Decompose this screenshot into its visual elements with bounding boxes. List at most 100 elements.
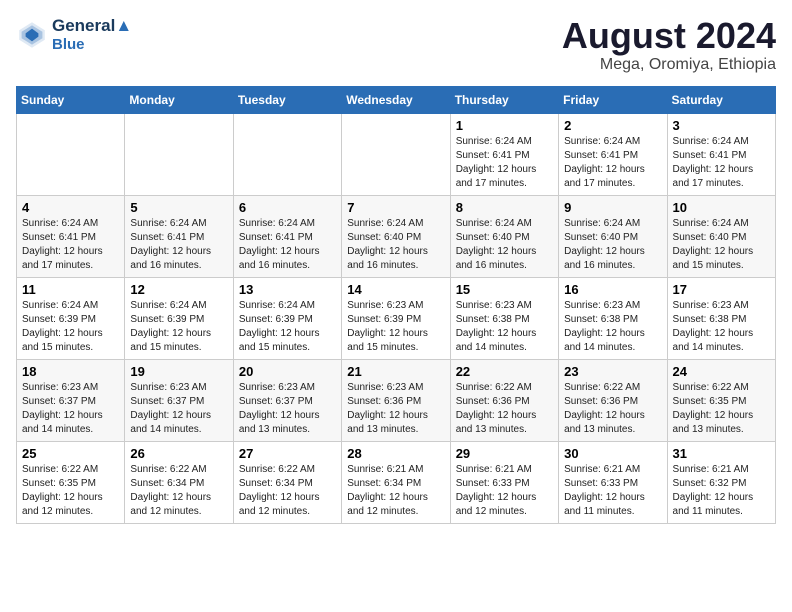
day-info: Sunrise: 6:24 AMSunset: 6:39 PMDaylight:… <box>22 299 119 355</box>
day-cell: 12 Sunrise: 6:24 AMSunset: 6:39 PMDayligh… <box>125 277 233 359</box>
day-info: Sunrise: 6:24 AMSunset: 6:41 PMDaylight:… <box>673 135 770 191</box>
weekday-header-row: SundayMondayTuesdayWednesdayThursdayFrid… <box>17 86 776 113</box>
day-number: 24 <box>673 364 770 379</box>
day-info: Sunrise: 6:22 AMSunset: 6:36 PMDaylight:… <box>456 381 553 437</box>
day-number: 30 <box>564 446 661 461</box>
day-info: Sunrise: 6:24 AMSunset: 6:41 PMDaylight:… <box>456 135 553 191</box>
day-info: Sunrise: 6:23 AMSunset: 6:37 PMDaylight:… <box>22 381 119 437</box>
week-row-5: 25 Sunrise: 6:22 AMSunset: 6:35 PMDayligh… <box>17 441 776 523</box>
day-info: Sunrise: 6:23 AMSunset: 6:38 PMDaylight:… <box>564 299 661 355</box>
day-info: Sunrise: 6:22 AMSunset: 6:35 PMDaylight:… <box>22 463 119 519</box>
day-cell: 16 Sunrise: 6:23 AMSunset: 6:38 PMDayligh… <box>559 277 667 359</box>
day-number: 31 <box>673 446 770 461</box>
day-cell: 25 Sunrise: 6:22 AMSunset: 6:35 PMDayligh… <box>17 441 125 523</box>
day-cell <box>233 113 341 195</box>
day-cell: 11 Sunrise: 6:24 AMSunset: 6:39 PMDayligh… <box>17 277 125 359</box>
day-cell <box>17 113 125 195</box>
day-number: 12 <box>130 282 227 297</box>
week-row-4: 18Sunrise: 6:23 AMSunset: 6:37 PMDayligh… <box>17 359 776 441</box>
calendar-table: SundayMondayTuesdayWednesdayThursdayFrid… <box>16 86 776 524</box>
day-info: Sunrise: 6:22 AMSunset: 6:36 PMDaylight:… <box>564 381 661 437</box>
day-number: 11 <box>22 282 119 297</box>
day-number: 10 <box>673 200 770 215</box>
logo-text: General▲ Blue <box>52 16 132 53</box>
day-info: Sunrise: 6:21 AMSunset: 6:32 PMDaylight:… <box>673 463 770 519</box>
day-cell <box>125 113 233 195</box>
day-cell: 14 Sunrise: 6:23 AMSunset: 6:39 PMDayligh… <box>342 277 450 359</box>
day-cell: 23 Sunrise: 6:22 AMSunset: 6:36 PMDayligh… <box>559 359 667 441</box>
day-cell: 27Sunrise: 6:22 AMSunset: 6:34 PMDayligh… <box>233 441 341 523</box>
week-row-2: 4 Sunrise: 6:24 AMSunset: 6:41 PMDaylight… <box>17 195 776 277</box>
day-number: 25 <box>22 446 119 461</box>
day-info: Sunrise: 6:24 AMSunset: 6:39 PMDaylight:… <box>130 299 227 355</box>
day-cell: 26 Sunrise: 6:22 AMSunset: 6:34 PMDayligh… <box>125 441 233 523</box>
day-info: Sunrise: 6:24 AMSunset: 6:40 PMDaylight:… <box>456 217 553 273</box>
day-info: Sunrise: 6:24 AMSunset: 6:39 PMDaylight:… <box>239 299 336 355</box>
week-row-1: 1 Sunrise: 6:24 AMSunset: 6:41 PMDaylight… <box>17 113 776 195</box>
day-number: 5 <box>130 200 227 215</box>
page-header: General▲ Blue August 2024 Mega, Oromiya,… <box>16 16 776 74</box>
day-cell: 5 Sunrise: 6:24 AMSunset: 6:41 PMDaylight… <box>125 195 233 277</box>
day-number: 17 <box>673 282 770 297</box>
weekday-header-saturday: Saturday <box>667 86 775 113</box>
day-info: Sunrise: 6:24 AMSunset: 6:41 PMDaylight:… <box>239 217 336 273</box>
day-info: Sunrise: 6:23 AMSunset: 6:36 PMDaylight:… <box>347 381 444 437</box>
day-info: Sunrise: 6:23 AMSunset: 6:38 PMDaylight:… <box>673 299 770 355</box>
day-info: Sunrise: 6:24 AMSunset: 6:40 PMDaylight:… <box>673 217 770 273</box>
day-info: Sunrise: 6:22 AMSunset: 6:34 PMDaylight:… <box>130 463 227 519</box>
week-row-3: 11 Sunrise: 6:24 AMSunset: 6:39 PMDayligh… <box>17 277 776 359</box>
day-info: Sunrise: 6:24 AMSunset: 6:41 PMDaylight:… <box>22 217 119 273</box>
day-info: Sunrise: 6:24 AMSunset: 6:41 PMDaylight:… <box>564 135 661 191</box>
day-number: 20 <box>239 364 336 379</box>
day-info: Sunrise: 6:21 AMSunset: 6:33 PMDaylight:… <box>564 463 661 519</box>
weekday-header-sunday: Sunday <box>17 86 125 113</box>
day-cell: 31 Sunrise: 6:21 AMSunset: 6:32 PMDayligh… <box>667 441 775 523</box>
day-cell: 4 Sunrise: 6:24 AMSunset: 6:41 PMDaylight… <box>17 195 125 277</box>
day-cell: 24Sunrise: 6:22 AMSunset: 6:35 PMDayligh… <box>667 359 775 441</box>
weekday-header-tuesday: Tuesday <box>233 86 341 113</box>
day-number: 7 <box>347 200 444 215</box>
day-cell: 30 Sunrise: 6:21 AMSunset: 6:33 PMDayligh… <box>559 441 667 523</box>
day-number: 4 <box>22 200 119 215</box>
day-cell: 10 Sunrise: 6:24 AMSunset: 6:40 PMDayligh… <box>667 195 775 277</box>
day-number: 28 <box>347 446 444 461</box>
day-number: 6 <box>239 200 336 215</box>
day-number: 8 <box>456 200 553 215</box>
day-cell: 20 Sunrise: 6:23 AMSunset: 6:37 PMDayligh… <box>233 359 341 441</box>
day-info: Sunrise: 6:23 AMSunset: 6:39 PMDaylight:… <box>347 299 444 355</box>
day-cell: 7 Sunrise: 6:24 AMSunset: 6:40 PMDaylight… <box>342 195 450 277</box>
day-info: Sunrise: 6:24 AMSunset: 6:40 PMDaylight:… <box>564 217 661 273</box>
day-number: 26 <box>130 446 227 461</box>
day-info: Sunrise: 6:23 AMSunset: 6:37 PMDaylight:… <box>239 381 336 437</box>
day-info: Sunrise: 6:24 AMSunset: 6:41 PMDaylight:… <box>130 217 227 273</box>
day-cell: 29 Sunrise: 6:21 AMSunset: 6:33 PMDayligh… <box>450 441 558 523</box>
day-number: 21 <box>347 364 444 379</box>
day-cell: 8 Sunrise: 6:24 AMSunset: 6:40 PMDaylight… <box>450 195 558 277</box>
day-number: 2 <box>564 118 661 133</box>
day-number: 19 <box>130 364 227 379</box>
day-number: 15 <box>456 282 553 297</box>
day-number: 1 <box>456 118 553 133</box>
weekday-header-friday: Friday <box>559 86 667 113</box>
calendar-title: August 2024 <box>562 16 776 56</box>
day-number: 29 <box>456 446 553 461</box>
title-block: August 2024 Mega, Oromiya, Ethiopia <box>562 16 776 74</box>
day-cell: 17 Sunrise: 6:23 AMSunset: 6:38 PMDayligh… <box>667 277 775 359</box>
day-cell: 18Sunrise: 6:23 AMSunset: 6:37 PMDayligh… <box>17 359 125 441</box>
day-number: 3 <box>673 118 770 133</box>
day-cell: 22Sunrise: 6:22 AMSunset: 6:36 PMDayligh… <box>450 359 558 441</box>
day-cell: 28Sunrise: 6:21 AMSunset: 6:34 PMDayligh… <box>342 441 450 523</box>
day-number: 23 <box>564 364 661 379</box>
day-number: 16 <box>564 282 661 297</box>
calendar-subtitle: Mega, Oromiya, Ethiopia <box>562 56 776 74</box>
day-cell: 2 Sunrise: 6:24 AMSunset: 6:41 PMDaylight… <box>559 113 667 195</box>
day-info: Sunrise: 6:21 AMSunset: 6:33 PMDaylight:… <box>456 463 553 519</box>
logo-icon <box>16 19 48 51</box>
weekday-header-thursday: Thursday <box>450 86 558 113</box>
weekday-header-wednesday: Wednesday <box>342 86 450 113</box>
day-number: 13 <box>239 282 336 297</box>
weekday-header-monday: Monday <box>125 86 233 113</box>
day-number: 14 <box>347 282 444 297</box>
day-number: 27 <box>239 446 336 461</box>
day-info: Sunrise: 6:24 AMSunset: 6:40 PMDaylight:… <box>347 217 444 273</box>
